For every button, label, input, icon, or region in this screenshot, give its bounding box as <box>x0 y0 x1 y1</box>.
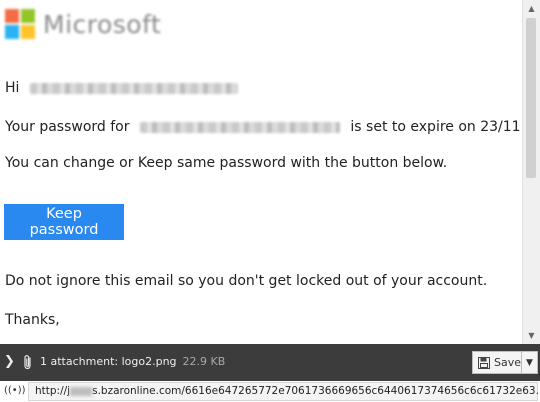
connection-status-icon: ((•)) <box>4 385 26 396</box>
link-url-preview: http://j s.bzaronline.com/6616e647265772e… <box>28 382 540 401</box>
logo-text: Microsoft <box>43 9 162 39</box>
save-label: Save <box>493 356 521 369</box>
url-prefix: http://j <box>35 385 71 397</box>
redacted-email <box>29 82 238 94</box>
email-body: Microsoft Hi Your password for is set to… <box>0 0 522 344</box>
scrollbar-thumb[interactable] <box>526 18 536 178</box>
paperclip-icon <box>24 355 31 370</box>
password-suffix: is set to expire on 23/11. <box>350 119 522 135</box>
floppy-disk-icon <box>478 356 490 369</box>
redacted-url-part <box>70 386 93 396</box>
status-bar: ((•)) http://j s.bzaronline.com/6616e6472… <box>0 381 540 402</box>
save-button[interactable]: Save <box>472 351 522 374</box>
redacted-account <box>139 121 340 133</box>
expand-chevron-icon[interactable]: ❯ <box>4 354 18 370</box>
url-suffix: s.bzaronline.com/6616e647265772e70617366… <box>92 385 540 397</box>
save-group: Save ▼ <box>472 351 538 374</box>
attachment-info[interactable]: 1 attachment: logo2.png 22.9 KB <box>40 355 225 368</box>
microsoft-logo: Microsoft <box>5 6 161 42</box>
scroll-up-icon[interactable]: ▲ <box>523 0 540 16</box>
vertical-scrollbar[interactable]: ▲ ▼ <box>522 0 540 344</box>
attachment-label: 1 attachment: logo2.png <box>40 355 177 368</box>
change-line: You can change or Keep same password wit… <box>5 155 448 171</box>
closing-line: Thanks, <box>5 312 60 328</box>
save-dropdown-chevron-down-icon[interactable]: ▼ <box>522 351 538 374</box>
warning-line: Do not ignore this email so you don't ge… <box>5 273 488 289</box>
keep-password-button[interactable]: Keep password <box>4 204 124 240</box>
attachment-bar: ❯ 1 attachment: logo2.png 22.9 KB Save ▼ <box>0 344 540 381</box>
expiry-line: Your password for is set to expire on 23… <box>5 119 522 135</box>
attachment-size: 22.9 KB <box>182 355 226 368</box>
greeting-line: Hi <box>5 80 238 96</box>
windows-logo-icon <box>5 9 35 39</box>
greeting: Hi <box>5 80 20 96</box>
scroll-down-icon[interactable]: ▼ <box>523 327 540 343</box>
url-text: http://j s.bzaronline.com/6616e647265772e… <box>35 385 540 397</box>
password-prefix: Your password for <box>5 119 130 135</box>
